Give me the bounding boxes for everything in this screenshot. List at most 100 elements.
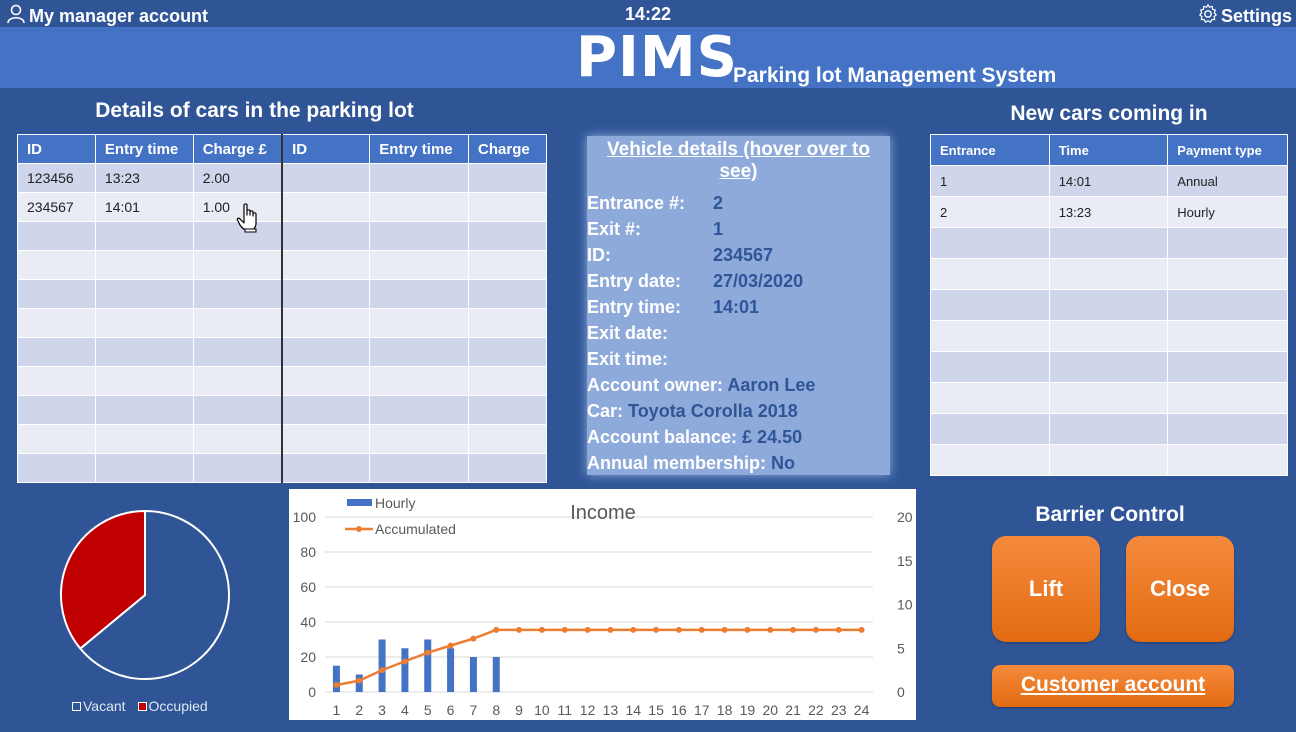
y-left-tick-label: 80 xyxy=(300,544,316,560)
table-header-row: Entrance Time Payment type xyxy=(930,134,1288,166)
table-cell xyxy=(17,308,96,338)
table-row[interactable] xyxy=(17,453,547,483)
cars-table: ID Entry time Charge £ ID Entry time Charge 1… xyxy=(17,134,547,483)
table-cell xyxy=(281,453,371,483)
table-row[interactable] xyxy=(17,308,547,338)
customer-account-button[interactable]: Customer account xyxy=(992,665,1234,707)
table-row[interactable] xyxy=(17,221,547,251)
table-cell xyxy=(468,424,547,454)
bar-hourly xyxy=(424,639,432,692)
table-header-row: ID Entry time Charge £ ID Entry time Charge xyxy=(17,134,547,164)
x-tick-label: 18 xyxy=(717,702,733,718)
table-cell xyxy=(192,424,283,454)
legend-hourly-label: Hourly xyxy=(375,495,415,511)
table-row[interactable] xyxy=(930,258,1288,290)
y-left-tick-label: 100 xyxy=(293,509,317,525)
table-row[interactable] xyxy=(17,337,547,367)
table-cell xyxy=(1048,289,1169,321)
x-tick-label: 7 xyxy=(470,702,478,718)
table-cell xyxy=(930,351,1050,383)
table-cell xyxy=(369,279,470,309)
table-cell xyxy=(369,163,470,193)
table-cell xyxy=(369,453,470,483)
table-cell xyxy=(369,366,470,396)
new-cars-title: New cars coming in xyxy=(1010,102,1208,125)
x-tick-label: 23 xyxy=(831,702,847,718)
my-account-link[interactable]: My manager account xyxy=(6,4,208,29)
point-accumulated xyxy=(835,626,842,633)
table-cell xyxy=(94,366,194,396)
banner: PIMS Parking lot Management System xyxy=(0,25,1296,90)
point-accumulated xyxy=(516,626,523,633)
table-row[interactable] xyxy=(17,395,547,425)
barrier-control-title: Barrier Control xyxy=(1035,503,1185,526)
table-row[interactable] xyxy=(930,351,1288,383)
table-cell xyxy=(1048,382,1169,414)
table-row[interactable] xyxy=(17,424,547,454)
vehicle-details-title: Vehicle details (hover over to see) xyxy=(607,139,870,182)
entry-time-row: Entry time: 14:01 xyxy=(587,297,760,317)
x-tick-label: 16 xyxy=(671,702,687,718)
table-cell xyxy=(281,424,371,454)
table-cell xyxy=(930,289,1050,321)
table-cell xyxy=(192,366,283,396)
table-cell xyxy=(468,250,547,280)
table-row[interactable] xyxy=(930,227,1288,259)
lift-button[interactable]: Lift xyxy=(992,536,1100,642)
column-header: Entry time xyxy=(94,134,194,164)
table-cell xyxy=(930,227,1050,259)
x-tick-label: 17 xyxy=(694,702,710,718)
close-button[interactable]: Close xyxy=(1126,536,1234,642)
table-cell: 2.00 xyxy=(192,163,283,193)
table-row[interactable] xyxy=(930,444,1288,476)
table-row[interactable] xyxy=(17,366,547,396)
vehicle-details-panel[interactable]: Vehicle details (hover over to see) Entr… xyxy=(587,136,890,475)
table-cell xyxy=(1048,351,1169,383)
point-accumulated xyxy=(379,667,386,674)
x-tick-label: 3 xyxy=(378,702,386,718)
table-row[interactable] xyxy=(930,320,1288,352)
table-cell xyxy=(192,279,283,309)
bar-hourly xyxy=(447,648,455,692)
legend-accumulated-label: Accumulated xyxy=(375,521,456,537)
table-row[interactable]: 234567 14:01 1.00 xyxy=(17,192,547,222)
table-cell xyxy=(1048,413,1169,445)
x-tick-label: 20 xyxy=(762,702,778,718)
point-accumulated xyxy=(424,649,431,656)
table-cell xyxy=(468,453,547,483)
table-row[interactable]: 2 13:23 Hourly xyxy=(930,196,1288,228)
y-right-tick-label: 20 xyxy=(897,509,913,525)
y-right-tick-label: 5 xyxy=(897,640,905,656)
point-accumulated xyxy=(653,626,660,633)
settings-link[interactable]: Settings xyxy=(1197,3,1292,30)
entrance-row: Entrance #: 2 xyxy=(587,193,724,213)
bar-hourly xyxy=(469,657,477,692)
table-cell: 1 xyxy=(930,165,1050,197)
table-cell: Hourly xyxy=(1167,196,1288,228)
table-cell xyxy=(369,308,470,338)
table-row[interactable] xyxy=(930,289,1288,321)
x-tick-label: 4 xyxy=(401,702,409,718)
table-cell xyxy=(369,395,470,425)
table-cell xyxy=(17,250,96,280)
table-cell xyxy=(94,279,194,309)
column-header: Time xyxy=(1048,134,1169,166)
table-row[interactable] xyxy=(17,250,547,280)
table-row[interactable] xyxy=(930,382,1288,414)
column-header: Payment type xyxy=(1167,134,1288,166)
entry-date-row: Entry date: 27/03/2020 xyxy=(587,271,804,291)
point-accumulated xyxy=(858,626,865,633)
table-row[interactable]: 1 14:01 Annual xyxy=(930,165,1288,197)
owner-value: Aaron Lee xyxy=(727,375,816,395)
table-cell xyxy=(17,424,96,454)
point-accumulated xyxy=(812,626,819,633)
table-row[interactable]: 123456 13:23 2.00 xyxy=(17,163,547,193)
user-icon xyxy=(6,4,26,29)
income-chart: 0 20 40 60 80 100 0 5 10 15 20 1 2 3 4 5 6 7 8 9 10 11 12 13 14 1… xyxy=(289,489,916,720)
table-cell: 13:23 xyxy=(1048,196,1169,228)
table-cell xyxy=(281,366,371,396)
table-row[interactable] xyxy=(930,413,1288,445)
pie-legend: Vacant Occupied xyxy=(72,698,208,714)
x-tick-label: 21 xyxy=(785,702,801,718)
table-row[interactable] xyxy=(17,279,547,309)
